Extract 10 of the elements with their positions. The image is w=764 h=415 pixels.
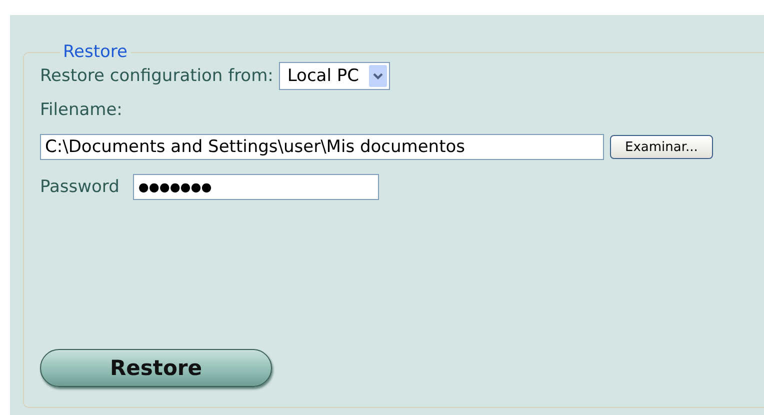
browse-button[interactable]: Examinar... xyxy=(610,135,713,159)
caret-icon xyxy=(368,65,387,87)
restore-button[interactable]: Restore xyxy=(40,349,272,387)
source-dropdown[interactable]: Local PC xyxy=(279,62,390,90)
section-legend: Restore xyxy=(60,42,131,62)
filename-field[interactable]: C:\Documents and Settings\user\Mis documentos xyxy=(40,134,604,160)
field-label: Filename: xyxy=(40,100,122,120)
field-label: Password xyxy=(40,177,120,197)
field-label: Restore configuration from: xyxy=(40,66,274,86)
password-field[interactable]: ●●●●●●● xyxy=(133,174,380,200)
